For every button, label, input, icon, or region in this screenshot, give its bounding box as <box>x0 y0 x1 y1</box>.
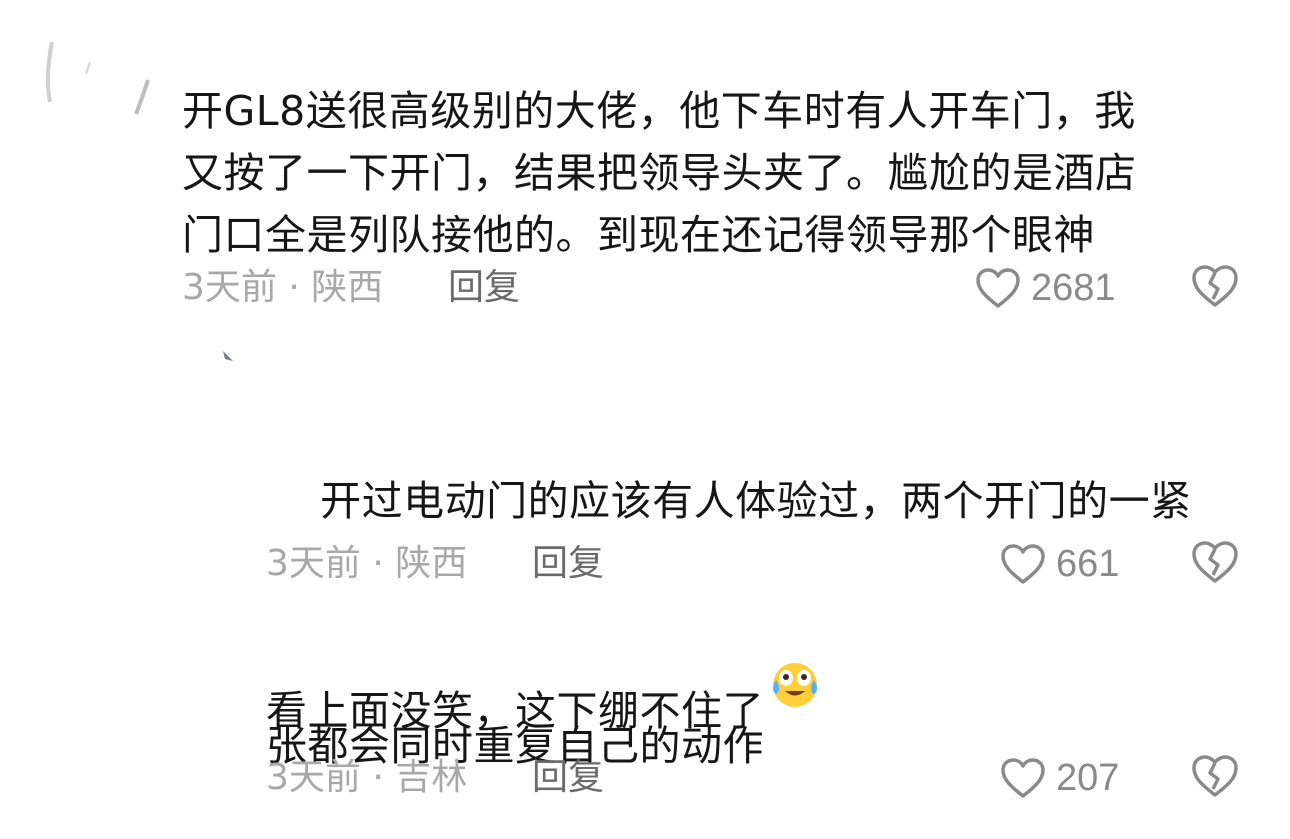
comment-text: 看上面没笑，这下绷不住了 <box>266 687 764 735</box>
comment-meta: 3天前 · 吉林 <box>266 756 467 800</box>
comment-location: 陕西 <box>311 267 384 308</box>
reply-button[interactable]: 回复 <box>448 266 520 310</box>
like-count: 661 <box>1056 542 1120 585</box>
avatar[interactable] <box>40 32 160 122</box>
like-count: 2681 <box>1031 266 1116 309</box>
comment-location: 陕西 <box>395 543 468 584</box>
avatar[interactable] <box>205 670 245 710</box>
avatar[interactable] <box>205 345 245 385</box>
like-button[interactable]: 2681 <box>975 263 1116 313</box>
reply-button[interactable]: 回复 <box>532 542 604 586</box>
heart-icon <box>976 268 1020 308</box>
reply-button[interactable]: 回复 <box>532 756 604 800</box>
comment-meta: 3天前 · 陕西 <box>266 542 467 586</box>
heart-icon <box>1001 544 1045 584</box>
comment-text: 开GL8送很高级别的大佬，他下车时有人开车门，我 又按了一下开门，结果把领导头夹… <box>182 87 1137 259</box>
like-button[interactable]: 661 <box>1000 539 1119 589</box>
broken-heart-icon <box>1192 265 1238 307</box>
broken-heart-icon <box>1192 755 1238 797</box>
comment-time: 3天前 <box>266 543 361 584</box>
dislike-button[interactable] <box>1190 753 1240 803</box>
dislike-button[interactable] <box>1190 539 1240 589</box>
comment-meta: 3天前 · 陕西 <box>182 266 383 310</box>
heart-icon <box>1001 758 1045 798</box>
comment-item: 开过电动门的应该有人体验过，两个开门的一紧 张都会同时重复自己的动作 3天前 ·… <box>0 340 1290 770</box>
comment-location: 吉林 <box>395 757 468 798</box>
like-button[interactable]: 207 <box>1000 753 1119 803</box>
meta-separator: · <box>372 543 384 584</box>
comment-item: 看上面没笑，这下绷不住了 3天前 · 吉林 回复 207 <box>0 660 1290 811</box>
comment-item: 开GL8送很高级别的大佬，他下车时有人开车门，我 又按了一下开门，结果把领导头夹… <box>0 0 1290 330</box>
dislike-button[interactable] <box>1190 263 1240 313</box>
meta-separator: · <box>372 757 384 798</box>
comment-time: 3天前 <box>266 757 361 798</box>
meta-separator: · <box>288 267 300 308</box>
comment-time: 3天前 <box>182 267 277 308</box>
like-count: 207 <box>1056 756 1120 799</box>
crying-laughing-emoji <box>768 532 822 707</box>
broken-heart-icon <box>1192 541 1238 583</box>
